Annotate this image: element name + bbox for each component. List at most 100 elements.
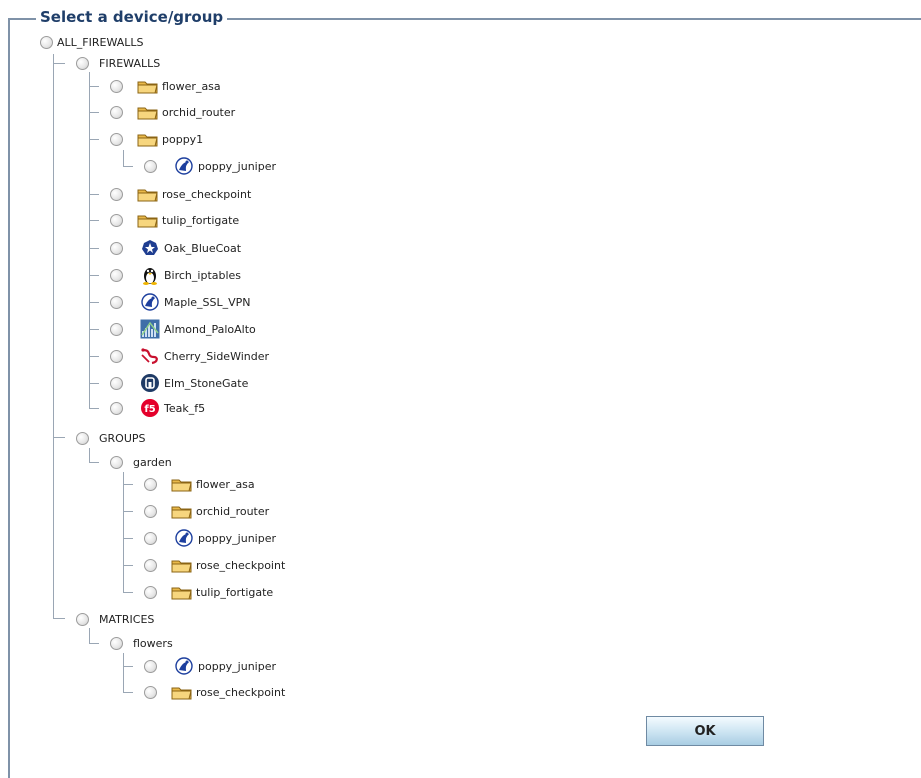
node-label[interactable]: Maple_SSL_VPN: [164, 296, 251, 309]
node-label[interactable]: rose_checkpoint: [162, 188, 251, 201]
node-label[interactable]: MATRICES: [99, 613, 154, 626]
node-label[interactable]: ALL_FIREWALLS: [57, 36, 144, 49]
tree-node-flowers-poppy-juniper[interactable]: poppy_juniper: [144, 655, 276, 677]
radio-button[interactable]: [144, 477, 157, 491]
tree-node-firewalls[interactable]: FIREWALLS: [76, 52, 160, 74]
radio-button[interactable]: [110, 322, 123, 336]
folder-icon: [171, 474, 193, 494]
juniper-icon: [173, 656, 195, 676]
linux-penguin-icon: [139, 265, 161, 285]
radio-button[interactable]: [76, 56, 89, 70]
folder-icon: [137, 210, 159, 230]
tree-node-almond-paloalto[interactable]: Almond_PaloAlto: [110, 318, 256, 340]
radio-button[interactable]: [144, 159, 157, 173]
radio-button[interactable]: [110, 349, 123, 363]
radio-button[interactable]: [110, 376, 123, 390]
node-label[interactable]: tulip_fortigate: [162, 214, 239, 227]
radio-button[interactable]: [110, 79, 123, 93]
folder-icon: [137, 102, 159, 122]
radio-button[interactable]: [110, 132, 123, 146]
node-label[interactable]: GROUPS: [99, 432, 146, 445]
tree-node-garden-tulip-fortigate[interactable]: tulip_fortigate: [144, 581, 273, 603]
juniper-icon: [173, 156, 195, 176]
bluecoat-icon: [139, 238, 161, 258]
node-label[interactable]: flowers: [133, 637, 173, 650]
fieldset-legend: Select a device/group: [36, 8, 228, 26]
tree-node-groups[interactable]: GROUPS: [76, 427, 146, 449]
folder-icon: [171, 582, 193, 602]
node-label[interactable]: poppy1: [162, 133, 203, 146]
node-label[interactable]: Birch_iptables: [164, 269, 241, 282]
node-label[interactable]: garden: [133, 456, 172, 469]
node-label[interactable]: Teak_f5: [164, 402, 205, 415]
radio-button[interactable]: [110, 268, 123, 282]
sidewinder-icon: [139, 346, 161, 366]
juniper-icon: [139, 292, 161, 312]
folder-icon: [137, 184, 159, 204]
folder-icon: [171, 555, 193, 575]
node-label[interactable]: poppy_juniper: [198, 532, 276, 545]
tree-node-orchid-router[interactable]: orchid_router: [110, 101, 235, 123]
tree-node-birch-iptables[interactable]: Birch_iptables: [110, 264, 241, 286]
folder-icon: [137, 76, 159, 96]
stonegate-icon: [139, 373, 161, 393]
radio-button[interactable]: [144, 685, 157, 699]
tree-node-flowers-rose-checkpoint[interactable]: rose_checkpoint: [144, 681, 285, 703]
tree-node-all-firewalls[interactable]: ALL_FIREWALLS: [40, 31, 144, 53]
tree-node-elm-stonegate[interactable]: Elm_StoneGate: [110, 372, 248, 394]
node-label[interactable]: flower_asa: [196, 478, 255, 491]
radio-button[interactable]: [110, 105, 123, 119]
radio-button[interactable]: [110, 401, 123, 415]
node-label[interactable]: orchid_router: [196, 505, 269, 518]
node-label[interactable]: Almond_PaloAlto: [164, 323, 256, 336]
tree-node-teak-f5[interactable]: f5 Teak_f5: [110, 397, 205, 419]
node-label[interactable]: orchid_router: [162, 106, 235, 119]
radio-button[interactable]: [76, 431, 89, 445]
radio-button[interactable]: [144, 585, 157, 599]
node-label[interactable]: rose_checkpoint: [196, 686, 285, 699]
node-label[interactable]: flower_asa: [162, 80, 221, 93]
tree-node-matrices[interactable]: MATRICES: [76, 608, 154, 630]
juniper-icon: [173, 528, 195, 548]
node-label[interactable]: rose_checkpoint: [196, 559, 285, 572]
radio-button[interactable]: [110, 187, 123, 201]
radio-button[interactable]: [110, 213, 123, 227]
tree-node-maple-ssl-vpn[interactable]: Maple_SSL_VPN: [110, 291, 251, 313]
folder-icon: [137, 129, 159, 149]
tree-node-garden-orchid-router[interactable]: orchid_router: [144, 500, 269, 522]
radio-button[interactable]: [144, 531, 157, 545]
tree-node-flowers[interactable]: flowers: [110, 632, 173, 654]
node-label[interactable]: Oak_BlueCoat: [164, 242, 241, 255]
f5-icon: f5: [139, 398, 161, 418]
radio-button[interactable]: [144, 504, 157, 518]
ok-button[interactable]: OK: [646, 716, 764, 746]
node-label[interactable]: tulip_fortigate: [196, 586, 273, 599]
radio-button[interactable]: [144, 558, 157, 572]
tree-node-garden-flower-asa[interactable]: flower_asa: [144, 473, 255, 495]
node-label[interactable]: Elm_StoneGate: [164, 377, 248, 390]
node-label[interactable]: poppy_juniper: [198, 160, 276, 173]
folder-icon: [171, 682, 193, 702]
radio-button[interactable]: [76, 612, 89, 626]
radio-button[interactable]: [110, 636, 123, 650]
tree-node-poppy-juniper[interactable]: poppy_juniper: [144, 155, 276, 177]
radio-button[interactable]: [110, 241, 123, 255]
tree-node-cherry-sidewinder[interactable]: Cherry_SideWinder: [110, 345, 269, 367]
node-label[interactable]: poppy_juniper: [198, 660, 276, 673]
tree-node-flower-asa[interactable]: flower_asa: [110, 75, 221, 97]
tree-node-oak-bluecoat[interactable]: Oak_BlueCoat: [110, 237, 241, 259]
node-label[interactable]: Cherry_SideWinder: [164, 350, 269, 363]
node-label[interactable]: FIREWALLS: [99, 57, 160, 70]
radio-button[interactable]: [144, 659, 157, 673]
tree-node-garden[interactable]: garden: [110, 451, 172, 473]
radio-button[interactable]: [110, 455, 123, 469]
svg-text:f5: f5: [144, 404, 155, 415]
folder-icon: [171, 501, 193, 521]
tree-node-garden-poppy-juniper[interactable]: poppy_juniper: [144, 527, 276, 549]
radio-button[interactable]: [110, 295, 123, 309]
radio-button[interactable]: [40, 35, 53, 49]
tree-node-garden-rose-checkpoint[interactable]: rose_checkpoint: [144, 554, 285, 576]
tree-node-poppy1[interactable]: poppy1: [110, 128, 203, 150]
tree-node-tulip-fortigate[interactable]: tulip_fortigate: [110, 209, 239, 231]
tree-node-rose-checkpoint[interactable]: rose_checkpoint: [110, 183, 251, 205]
